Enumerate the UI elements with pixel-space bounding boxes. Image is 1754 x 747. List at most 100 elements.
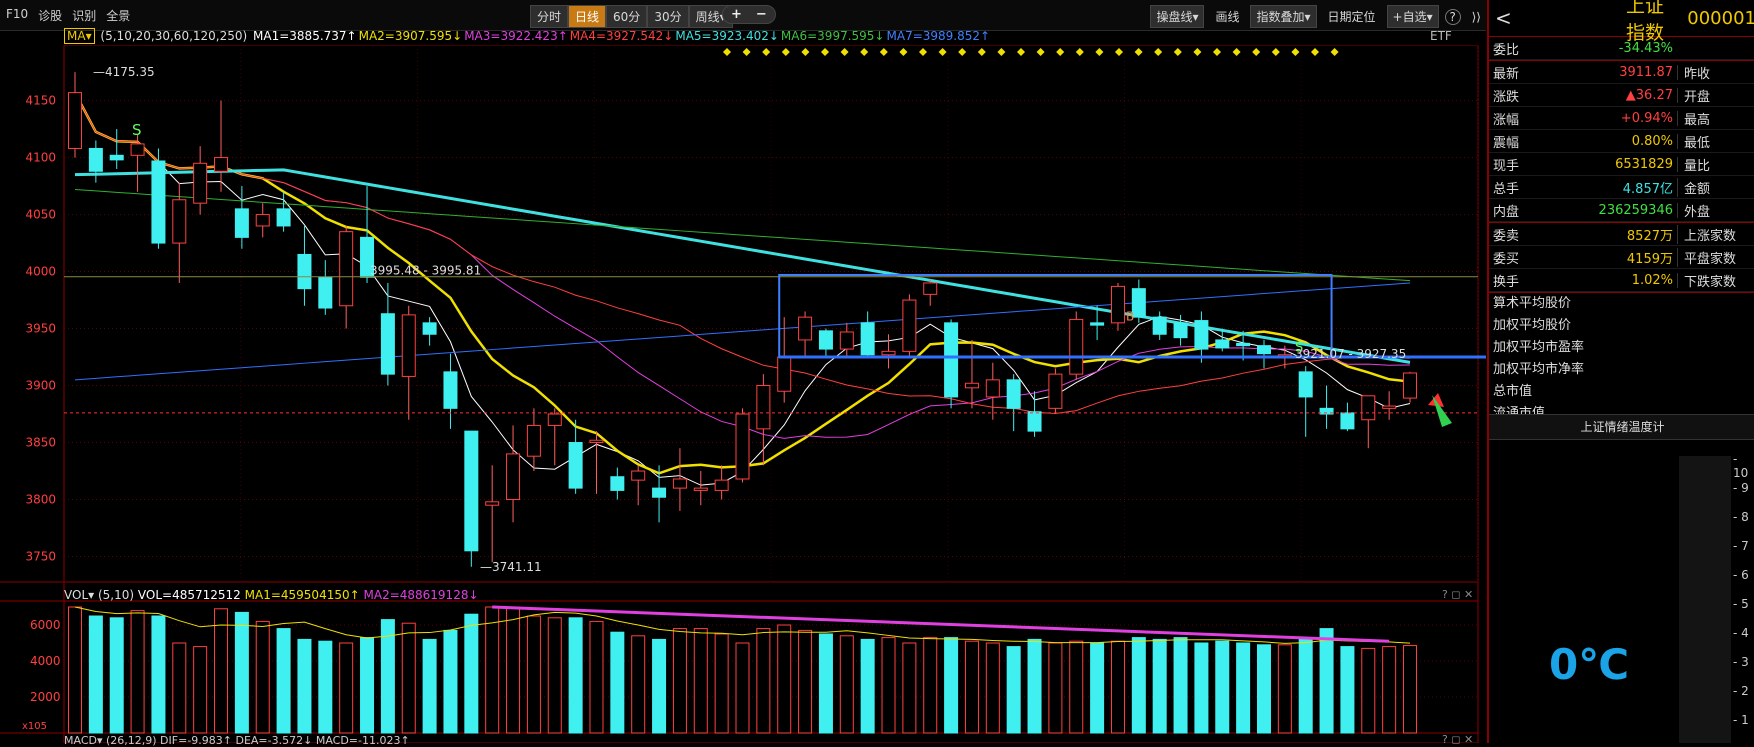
order-label: 委买 bbox=[1493, 251, 1520, 267]
etf-label[interactable]: ETF bbox=[1430, 29, 1452, 43]
vol-selector[interactable]: VOL▾ bbox=[64, 588, 94, 602]
quote-label: 现手 bbox=[1493, 158, 1520, 174]
candle-body bbox=[214, 157, 229, 172]
signal-diamond bbox=[1173, 48, 1182, 56]
macd-pane-controls[interactable]: ? ◻ ✕ bbox=[1442, 733, 1473, 746]
candle-body bbox=[985, 379, 1000, 398]
macd-legend: MACD▾ (26,12,9) DIF=-9.983↑ DEA=-3.572↓ … bbox=[64, 734, 410, 747]
volume-bar bbox=[1090, 642, 1105, 734]
period-60min[interactable]: 60分 bbox=[606, 5, 648, 28]
volume-bar bbox=[1027, 638, 1042, 734]
zoom-out-button[interactable]: − bbox=[756, 7, 767, 22]
menu-diagnose[interactable]: 诊股 bbox=[38, 7, 62, 24]
candle-body bbox=[798, 316, 813, 341]
quote-value: 6531829 bbox=[1555, 156, 1678, 172]
average-item: 算术平均股价 bbox=[1493, 296, 1572, 311]
candle-body bbox=[1382, 405, 1397, 409]
candlestick-chart[interactable]: 3750 3800 3850 3900 3950 4000 4050 4100 4150 —417… bbox=[0, 45, 1486, 743]
volume-bar bbox=[652, 638, 667, 734]
volume-bar bbox=[1131, 637, 1146, 734]
candle-body bbox=[1027, 411, 1042, 432]
ma-value-7: MA7=3989.852↑ bbox=[886, 29, 991, 43]
quote-header: < 上证指数 000001 bbox=[1489, 0, 1754, 44]
period-timeshare[interactable]: 分时 bbox=[530, 5, 569, 28]
candle-body bbox=[318, 276, 333, 309]
quote-panel: < 上证指数 000001 委比 -34.43% 最新 3911.87 昨收 涨跌 ▲3… bbox=[1487, 0, 1754, 743]
volume-bar bbox=[1382, 646, 1397, 734]
signal-diamond bbox=[1291, 48, 1300, 56]
candle-body bbox=[485, 501, 500, 506]
collapse-panel-icon[interactable]: ⟩⟩ bbox=[1467, 8, 1486, 26]
signal-diamond bbox=[938, 48, 947, 56]
signal-diamond bbox=[723, 48, 731, 56]
volume-bar bbox=[297, 638, 312, 734]
candle-body bbox=[1006, 379, 1021, 409]
candle-body bbox=[1236, 342, 1251, 347]
add-watchlist-dropdown[interactable]: +自选▾ bbox=[1386, 5, 1439, 28]
signal-diamond bbox=[1036, 48, 1045, 56]
zoom-in-button[interactable]: + bbox=[731, 7, 742, 22]
candle-body bbox=[1215, 339, 1230, 349]
order-row: 换手 1.02% 下跌家数 bbox=[1489, 269, 1754, 292]
candle-body bbox=[1340, 412, 1355, 430]
thermometer-title: 上证情绪温度计 bbox=[1489, 414, 1754, 440]
signal-diamond bbox=[958, 48, 967, 56]
ma-value-2: MA2=3907.595↓ bbox=[358, 29, 463, 43]
period-daily[interactable]: 日线 bbox=[568, 5, 607, 28]
back-arrow-icon[interactable]: < bbox=[1495, 6, 1551, 30]
candle-body bbox=[547, 413, 562, 426]
ma-value-4: MA4=3927.542↓ bbox=[569, 29, 674, 43]
signal-diamond bbox=[997, 48, 1006, 56]
help-icon[interactable]: ? bbox=[1444, 8, 1461, 25]
signal-diamond bbox=[1075, 48, 1084, 56]
ma-value-5: MA5=3923.402↓ bbox=[675, 29, 779, 43]
candle-body bbox=[1403, 372, 1417, 399]
signal-diamond bbox=[977, 48, 986, 56]
volume-legend: VOL▾ (5,10) VOL=485712512 MA1=459504150↑… bbox=[64, 588, 479, 602]
candle-body bbox=[1048, 373, 1063, 409]
menu-recognize[interactable]: 识别 bbox=[72, 7, 96, 24]
candle-body bbox=[276, 208, 291, 227]
date-locate-button[interactable]: 日期定位 bbox=[1323, 6, 1381, 27]
volume-bar bbox=[1006, 646, 1021, 734]
trading-line-dropdown[interactable]: 操盘线▾ bbox=[1150, 5, 1205, 28]
y-tick-label: 3800 bbox=[25, 493, 56, 507]
candle-body bbox=[443, 371, 458, 409]
vol-trend-line bbox=[492, 605, 1390, 643]
y-tick-label: 4150 bbox=[25, 94, 56, 108]
volume-bar bbox=[130, 610, 145, 734]
signal-diamond bbox=[781, 48, 790, 56]
signal-diamond bbox=[762, 48, 771, 56]
volume-bar bbox=[485, 606, 500, 734]
candle-body bbox=[193, 162, 208, 204]
volume-bar bbox=[193, 646, 208, 734]
temperature-value: 0℃ bbox=[1549, 640, 1630, 689]
gauge-tick: - 6 bbox=[1733, 568, 1749, 582]
volume-bar bbox=[172, 642, 187, 734]
order-label: 换手 bbox=[1493, 274, 1520, 290]
candle-body bbox=[297, 253, 312, 290]
menu-f10[interactable]: F10 bbox=[6, 7, 28, 24]
y-tick-label: 4100 bbox=[25, 151, 56, 165]
y-tick-label: 3850 bbox=[25, 436, 56, 450]
draw-line-button[interactable]: 画线 bbox=[1210, 6, 1244, 27]
volume-bar bbox=[547, 617, 562, 734]
candle-body bbox=[693, 487, 708, 491]
order-label: 委卖 bbox=[1493, 228, 1520, 244]
quote-label-right: 外盘 bbox=[1684, 204, 1711, 220]
quote-label-right: 开盘 bbox=[1684, 89, 1711, 105]
ma-params: (5,10,20,30,60,120,250) bbox=[100, 29, 248, 43]
gauge-tick: - 2 bbox=[1733, 684, 1749, 698]
menu-panorama[interactable]: 全景 bbox=[106, 7, 130, 24]
average-item: 总市值 bbox=[1493, 384, 1533, 399]
candle-body bbox=[860, 322, 875, 356]
ma-selector[interactable]: MA▾ bbox=[64, 28, 95, 44]
order-label-right: 下跌家数 bbox=[1684, 274, 1737, 290]
volume-bar bbox=[255, 620, 270, 734]
candle-body bbox=[589, 439, 604, 444]
index-overlay-dropdown[interactable]: 指数叠加▾ bbox=[1250, 5, 1317, 28]
period-30min[interactable]: 30分 bbox=[647, 5, 689, 28]
candle-body bbox=[1361, 395, 1376, 421]
volume-pane-controls[interactable]: ? ◻ ✕ bbox=[1442, 588, 1473, 601]
quote-label: 最新 bbox=[1493, 66, 1520, 82]
